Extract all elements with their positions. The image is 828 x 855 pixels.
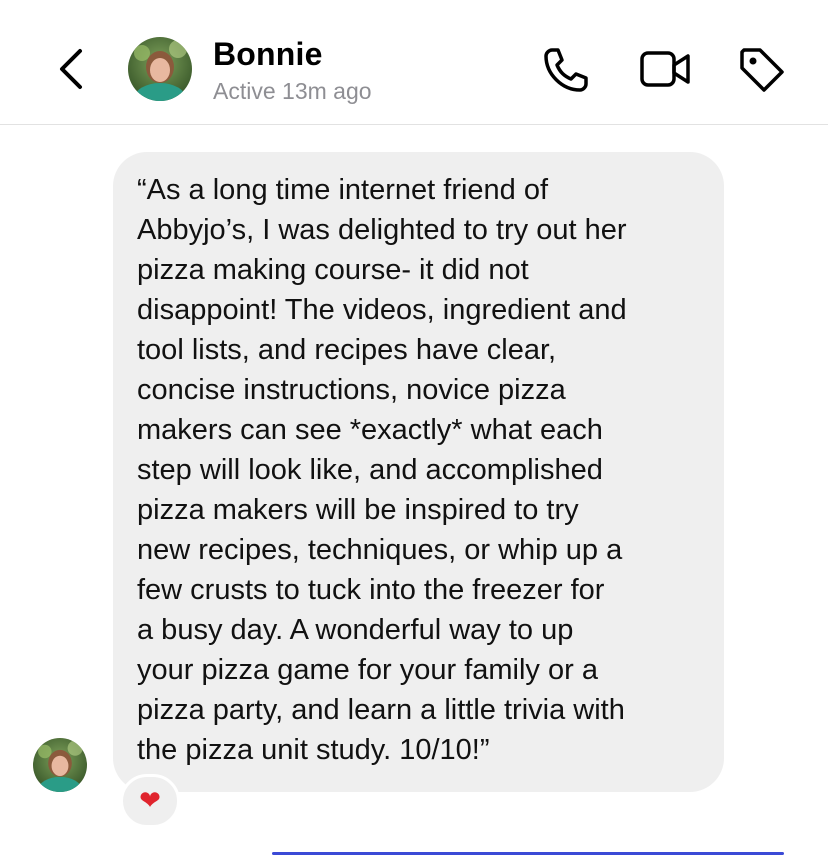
heart-icon: ❤	[139, 786, 161, 816]
back-button[interactable]	[50, 44, 94, 94]
chevron-left-icon	[60, 49, 82, 89]
sender-avatar[interactable]	[33, 738, 87, 792]
message-bubble[interactable]: “As a long time internet friend of Abbyj…	[113, 152, 724, 792]
heart-reaction[interactable]: ❤	[120, 774, 180, 828]
contact-name[interactable]: Bonnie	[213, 36, 323, 73]
video-camera-icon	[640, 51, 690, 87]
chat-header: Bonnie Active 13m ago	[0, 0, 828, 125]
call-button[interactable]	[540, 44, 594, 96]
tag-icon	[740, 48, 784, 92]
tag-button[interactable]	[736, 44, 790, 96]
phone-icon	[544, 48, 588, 92]
contact-avatar[interactable]	[128, 37, 192, 101]
video-call-button[interactable]	[638, 44, 692, 96]
message-text: “As a long time internet friend of Abbyj…	[137, 174, 627, 766]
active-status: Active 13m ago	[213, 78, 372, 104]
